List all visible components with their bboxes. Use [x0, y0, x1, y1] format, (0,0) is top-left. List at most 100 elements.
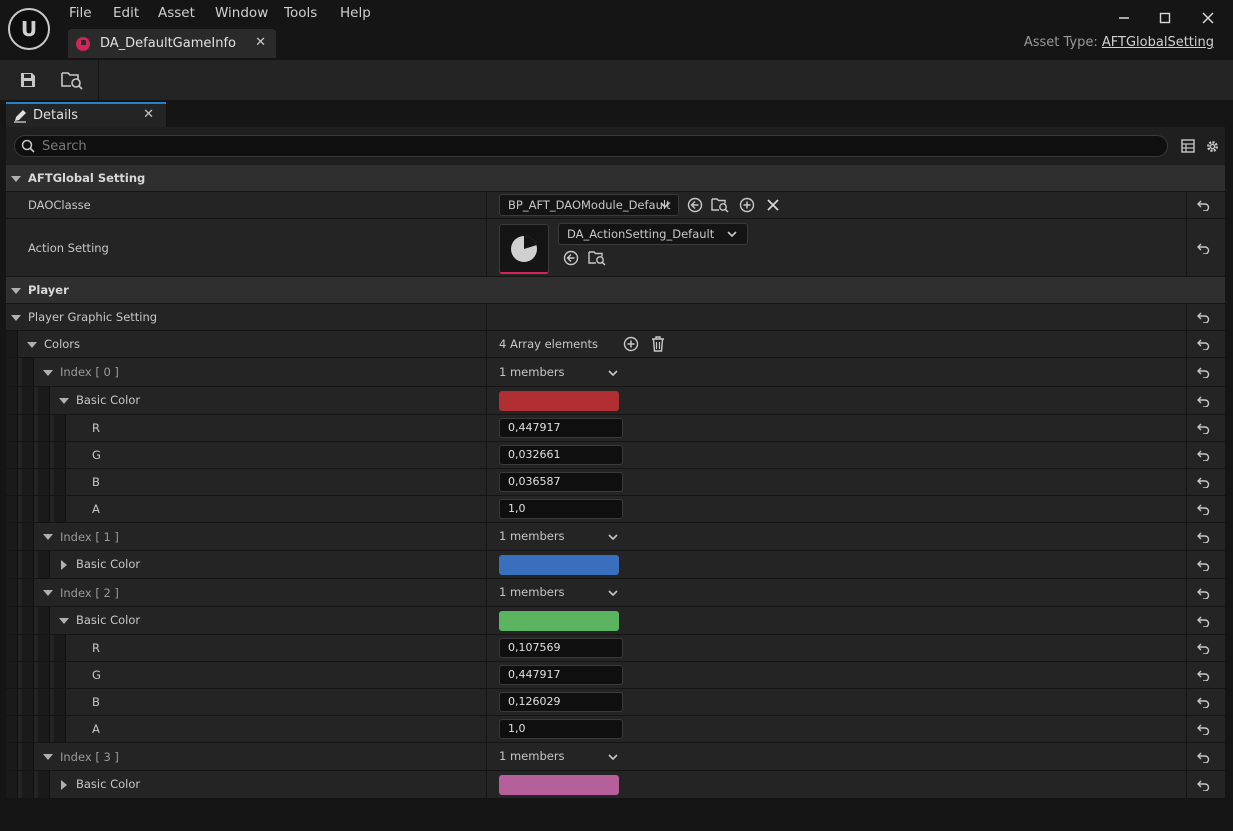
collapse-arrow-icon[interactable] [27, 341, 37, 348]
reset-to-default-icon[interactable] [1196, 241, 1210, 255]
dao-class-dropdown[interactable]: BP_AFT_DAOModule_Default [499, 194, 679, 216]
reset-to-default-icon[interactable] [1196, 669, 1210, 683]
close-details-tab-icon[interactable]: ✕ [143, 107, 154, 122]
browse-asset-icon[interactable] [711, 197, 729, 213]
column-splitter[interactable] [486, 358, 487, 386]
color-swatch[interactable] [499, 775, 619, 795]
expand-arrow-icon[interactable] [61, 560, 67, 570]
use-selected-icon[interactable] [686, 197, 704, 213]
column-splitter[interactable] [486, 689, 487, 715]
action-setting-dropdown[interactable]: DA_ActionSetting_Default [558, 223, 748, 245]
channel-r-input[interactable]: 0,107569 [499, 638, 623, 658]
add-element-icon[interactable] [623, 336, 639, 352]
expand-arrow-icon[interactable] [61, 780, 67, 790]
channel-b-input[interactable]: 0,126029 [499, 692, 623, 712]
unreal-logo-icon[interactable]: U [8, 8, 50, 50]
column-splitter[interactable] [486, 579, 487, 606]
menu-file[interactable]: File [69, 4, 92, 22]
column-splitter[interactable] [486, 469, 487, 495]
reset-to-default-icon[interactable] [1196, 311, 1210, 325]
reset-to-default-icon[interactable] [1196, 476, 1210, 490]
collapse-arrow-icon[interactable] [43, 754, 53, 760]
browse-content-icon[interactable] [57, 66, 87, 94]
column-splitter[interactable] [486, 192, 487, 218]
menu-help[interactable]: Help [340, 4, 371, 22]
reset-to-default-icon[interactable] [1196, 449, 1210, 463]
members-dropdown[interactable]: 1 members [499, 748, 623, 766]
table-view-icon[interactable] [1180, 138, 1196, 154]
reset-to-default-icon[interactable] [1196, 366, 1210, 380]
column-splitter[interactable] [486, 415, 487, 441]
menu-tools[interactable]: Tools [284, 4, 317, 22]
column-splitter[interactable] [486, 716, 487, 742]
collapse-arrow-icon[interactable] [43, 590, 53, 596]
reset-to-default-icon[interactable] [1196, 394, 1210, 408]
reset-to-default-icon[interactable] [1196, 696, 1210, 710]
minimize-icon[interactable] [1112, 6, 1136, 30]
members-dropdown[interactable]: 1 members [499, 584, 623, 602]
close-tab-icon[interactable]: ✕ [255, 35, 266, 50]
collapse-arrow-icon[interactable] [43, 534, 53, 540]
channel-a-input[interactable]: 1,0 [499, 499, 623, 519]
channel-b-input[interactable]: 0,036587 [499, 472, 623, 492]
collapse-arrow-icon[interactable] [59, 618, 69, 624]
reset-to-default-icon[interactable] [1196, 778, 1210, 792]
color-swatch[interactable] [499, 555, 619, 575]
channel-a-input[interactable]: 1,0 [499, 719, 623, 739]
menu-window[interactable]: Window [215, 4, 268, 22]
asset-thumbnail[interactable] [499, 224, 549, 274]
document-tab[interactable]: DA_DefaultGameInfo ✕ [68, 29, 276, 58]
color-swatch[interactable] [499, 391, 619, 411]
delete-all-icon[interactable] [650, 336, 666, 352]
collapse-arrow-icon[interactable] [11, 287, 21, 294]
search-input[interactable] [42, 138, 1142, 154]
channel-r-input[interactable]: 0,447917 [499, 418, 623, 438]
channel-g-input[interactable]: 0,447917 [499, 665, 623, 685]
details-tab[interactable]: Details ✕ [6, 102, 166, 127]
clear-icon[interactable] [764, 197, 782, 213]
column-splitter[interactable] [486, 219, 487, 276]
column-splitter[interactable] [486, 331, 487, 357]
column-splitter[interactable] [486, 442, 487, 468]
reset-to-default-icon[interactable] [1196, 530, 1210, 544]
use-selected-icon[interactable] [562, 250, 580, 266]
collapse-arrow-icon[interactable] [43, 369, 53, 376]
column-splitter[interactable] [486, 662, 487, 688]
menu-edit[interactable]: Edit [113, 4, 139, 22]
reset-to-default-icon[interactable] [1196, 750, 1210, 764]
members-dropdown[interactable]: 1 members [499, 364, 623, 382]
reset-to-default-icon[interactable] [1196, 586, 1210, 600]
reset-to-default-icon[interactable] [1196, 723, 1210, 737]
column-splitter[interactable] [486, 635, 487, 661]
channel-g-input[interactable]: 0,032661 [499, 445, 623, 465]
column-splitter[interactable] [486, 607, 487, 634]
column-splitter[interactable] [486, 551, 487, 578]
column-splitter[interactable] [486, 523, 487, 550]
asset-type-link[interactable]: AFTGlobalSetting [1102, 35, 1214, 50]
maximize-icon[interactable] [1153, 6, 1177, 30]
collapse-arrow-icon[interactable] [59, 398, 69, 404]
browse-asset-icon[interactable] [588, 250, 606, 266]
reset-to-default-icon[interactable] [1196, 338, 1210, 352]
reset-to-default-icon[interactable] [1196, 614, 1210, 628]
search-box[interactable] [14, 135, 1168, 157]
reset-to-default-icon[interactable] [1196, 503, 1210, 517]
reset-to-default-icon[interactable] [1196, 422, 1210, 436]
menu-asset[interactable]: Asset [158, 4, 195, 22]
column-splitter[interactable] [486, 304, 487, 330]
reset-to-default-icon[interactable] [1196, 642, 1210, 656]
reset-to-default-icon[interactable] [1196, 558, 1210, 572]
column-splitter[interactable] [486, 743, 487, 770]
settings-gear-icon[interactable] [1204, 138, 1220, 154]
collapse-arrow-icon[interactable] [11, 175, 21, 182]
close-window-icon[interactable] [1196, 6, 1220, 30]
column-splitter[interactable] [486, 771, 487, 798]
reset-to-default-icon[interactable] [1196, 199, 1210, 213]
column-splitter[interactable] [486, 496, 487, 522]
color-swatch[interactable] [499, 611, 619, 631]
collapse-arrow-icon[interactable] [11, 314, 21, 321]
save-icon[interactable] [13, 66, 43, 94]
members-dropdown[interactable]: 1 members [499, 528, 623, 546]
add-new-icon[interactable] [738, 197, 756, 213]
column-splitter[interactable] [486, 387, 487, 414]
